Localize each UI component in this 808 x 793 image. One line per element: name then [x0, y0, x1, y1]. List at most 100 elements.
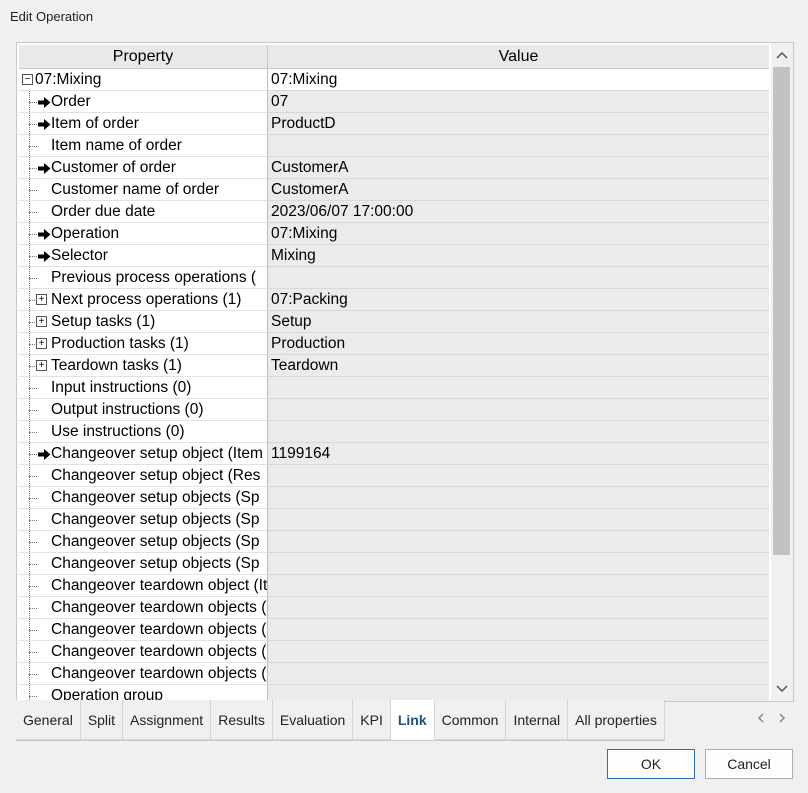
tab-all-properties[interactable]: All properties: [568, 700, 665, 740]
property-cell[interactable]: + Teardown tasks (1): [19, 355, 268, 377]
grid-row[interactable]: Item of order ProductD: [19, 113, 769, 135]
tab-internal[interactable]: Internal: [506, 700, 569, 740]
property-cell[interactable]: + Production tasks (1): [19, 333, 268, 355]
property-cell[interactable]: Customer of order: [19, 157, 268, 179]
ok-button[interactable]: OK: [607, 749, 695, 779]
chevron-up-icon[interactable]: [771, 45, 793, 65]
tab-scroll-right-icon[interactable]: [778, 712, 786, 726]
value-cell[interactable]: [268, 663, 769, 685]
property-cell[interactable]: + Setup tasks (1): [19, 311, 268, 333]
value-cell[interactable]: Teardown: [268, 355, 769, 377]
property-cell[interactable]: Changeover teardown object (It: [19, 575, 268, 597]
property-cell[interactable]: Previous process operations (: [19, 267, 268, 289]
grid-row[interactable]: Changeover teardown objects (: [19, 641, 769, 663]
header-value[interactable]: Value: [268, 45, 769, 68]
property-cell[interactable]: + Next process operations (1): [19, 289, 268, 311]
tab-evaluation[interactable]: Evaluation: [272, 700, 354, 740]
value-cell[interactable]: ProductD: [268, 113, 769, 135]
value-cell[interactable]: [268, 619, 769, 641]
property-cell[interactable]: Changeover setup objects (Sp: [19, 487, 268, 509]
tab-scroll-left-icon[interactable]: [757, 712, 765, 726]
grid-row[interactable]: Changeover setup object (Item 1199164: [19, 443, 769, 465]
cancel-button[interactable]: Cancel: [705, 749, 793, 779]
property-cell[interactable]: Output instructions (0): [19, 399, 268, 421]
property-cell[interactable]: Changeover setup objects (Sp: [19, 553, 268, 575]
expand-icon[interactable]: +: [36, 360, 47, 371]
grid-row[interactable]: + Teardown tasks (1) Teardown: [19, 355, 769, 377]
value-cell[interactable]: [268, 487, 769, 509]
property-cell[interactable]: Input instructions (0): [19, 377, 268, 399]
property-cell[interactable]: Customer name of order: [19, 179, 268, 201]
value-cell[interactable]: CustomerA: [268, 179, 769, 201]
property-cell[interactable]: Order: [19, 91, 268, 113]
value-cell[interactable]: [268, 597, 769, 619]
grid-row[interactable]: + Next process operations (1) 07:Packing: [19, 289, 769, 311]
chevron-down-icon[interactable]: [771, 679, 793, 699]
grid-row[interactable]: Customer name of order CustomerA: [19, 179, 769, 201]
value-cell[interactable]: [268, 399, 769, 421]
grid-row[interactable]: Operation 07:Mixing: [19, 223, 769, 245]
tab-link[interactable]: Link: [390, 700, 435, 740]
grid-row[interactable]: Changeover setup objects (Sp: [19, 509, 769, 531]
property-cell[interactable]: Order due date: [19, 201, 268, 223]
grid-row[interactable]: Use instructions (0): [19, 421, 769, 443]
collapse-icon[interactable]: −: [22, 74, 33, 85]
value-cell[interactable]: Setup: [268, 311, 769, 333]
tab-assignment[interactable]: Assignment: [123, 700, 212, 740]
grid-row[interactable]: Changeover teardown objects (: [19, 619, 769, 641]
grid-row[interactable]: Changeover setup objects (Sp: [19, 531, 769, 553]
value-cell[interactable]: 2023/06/07 17:00:00: [268, 201, 769, 223]
property-cell[interactable]: Changeover setup objects (Sp: [19, 531, 268, 553]
tab-split[interactable]: Split: [80, 700, 124, 740]
property-cell[interactable]: Changeover teardown objects (: [19, 641, 268, 663]
grid-row[interactable]: Changeover setup objects (Sp: [19, 487, 769, 509]
value-cell[interactable]: [268, 575, 769, 597]
header-property[interactable]: Property: [19, 45, 268, 68]
expand-icon[interactable]: +: [36, 316, 47, 327]
value-cell[interactable]: CustomerA: [268, 157, 769, 179]
grid-row[interactable]: Changeover teardown object (It: [19, 575, 769, 597]
grid-row[interactable]: Customer of order CustomerA: [19, 157, 769, 179]
value-cell[interactable]: [268, 465, 769, 487]
value-cell[interactable]: [268, 553, 769, 575]
value-cell[interactable]: [268, 267, 769, 289]
value-cell[interactable]: [268, 135, 769, 157]
grid-row-root[interactable]: −07:Mixing 07:Mixing: [19, 69, 769, 91]
property-cell[interactable]: Changeover teardown objects (: [19, 597, 268, 619]
value-cell[interactable]: 07:Mixing: [268, 223, 769, 245]
grid-row[interactable]: Input instructions (0): [19, 377, 769, 399]
grid-row[interactable]: Output instructions (0): [19, 399, 769, 421]
value-cell[interactable]: [268, 377, 769, 399]
value-cell[interactable]: [268, 509, 769, 531]
tab-general[interactable]: General: [16, 700, 81, 740]
property-cell[interactable]: Changeover setup object (Res: [19, 465, 268, 487]
property-cell[interactable]: Changeover teardown objects (: [19, 619, 268, 641]
grid-row[interactable]: Order due date 2023/06/07 17:00:00: [19, 201, 769, 223]
property-cell[interactable]: Changeover setup objects (Sp: [19, 509, 268, 531]
property-cell[interactable]: −07:Mixing: [19, 69, 268, 91]
grid-row[interactable]: Selector Mixing: [19, 245, 769, 267]
expand-icon[interactable]: +: [36, 338, 47, 349]
property-cell[interactable]: Changeover teardown objects (: [19, 663, 268, 685]
value-cell[interactable]: 07:Packing: [268, 289, 769, 311]
grid-row[interactable]: Changeover setup objects (Sp: [19, 553, 769, 575]
grid-row[interactable]: Changeover setup object (Res: [19, 465, 769, 487]
value-cell[interactable]: 1199164: [268, 443, 769, 465]
tab-kpi[interactable]: KPI: [353, 700, 391, 740]
value-cell[interactable]: Production: [268, 333, 769, 355]
tab-common[interactable]: Common: [434, 700, 507, 740]
property-cell[interactable]: Operation: [19, 223, 268, 245]
property-cell[interactable]: Item of order: [19, 113, 268, 135]
property-cell[interactable]: Item name of order: [19, 135, 268, 157]
grid-row[interactable]: + Production tasks (1) Production: [19, 333, 769, 355]
value-cell[interactable]: 07:Mixing: [268, 69, 769, 91]
property-cell[interactable]: Selector: [19, 245, 268, 267]
value-cell[interactable]: 07: [268, 91, 769, 113]
value-cell[interactable]: [268, 421, 769, 443]
vertical-scrollbar[interactable]: [771, 43, 793, 701]
scrollbar-thumb[interactable]: [773, 67, 790, 555]
grid-row[interactable]: Item name of order: [19, 135, 769, 157]
property-cell[interactable]: Use instructions (0): [19, 421, 268, 443]
value-cell[interactable]: [268, 641, 769, 663]
grid-row[interactable]: + Setup tasks (1) Setup: [19, 311, 769, 333]
